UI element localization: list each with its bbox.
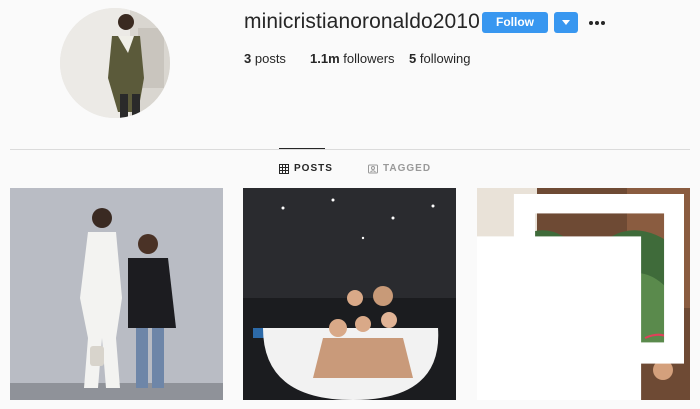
tab-posts-label: POSTS bbox=[294, 163, 333, 174]
post-thumbnail[interactable] bbox=[477, 188, 690, 400]
following-label: following bbox=[419, 51, 471, 66]
chevron-down-icon bbox=[562, 20, 570, 25]
followers-label: followers bbox=[343, 51, 395, 66]
following-count: 5 bbox=[409, 51, 417, 66]
more-dots-icon bbox=[595, 21, 599, 25]
profile-avatar[interactable] bbox=[60, 8, 170, 118]
followers-count: 1.1m bbox=[310, 51, 340, 66]
family-bathtub-photo bbox=[243, 188, 456, 400]
posts-label: posts bbox=[254, 51, 286, 66]
tabs-divider bbox=[10, 149, 690, 150]
following-stat[interactable]: 5 following bbox=[409, 51, 470, 66]
tab-posts[interactable]: POSTS bbox=[279, 163, 333, 174]
more-options-button[interactable] bbox=[588, 12, 606, 33]
post-thumbnail[interactable] bbox=[243, 188, 456, 400]
tab-tagged[interactable]: TAGGED bbox=[368, 163, 431, 174]
woman-and-boy-photo bbox=[10, 188, 223, 400]
suggested-accounts-button[interactable] bbox=[554, 12, 578, 33]
more-dots-icon bbox=[601, 21, 605, 25]
active-tab-indicator bbox=[279, 148, 325, 149]
tab-tagged-label: TAGGED bbox=[383, 163, 432, 174]
follow-button[interactable]: Follow bbox=[482, 12, 548, 33]
post-thumbnail[interactable] bbox=[10, 188, 223, 400]
multiple-images-icon bbox=[477, 194, 684, 400]
more-dots-icon bbox=[589, 21, 593, 25]
grid-icon bbox=[279, 163, 289, 174]
posts-stat: 3 posts bbox=[244, 51, 286, 66]
posts-count: 3 bbox=[244, 51, 252, 66]
tag-icon bbox=[368, 164, 378, 173]
profile-username: minicristianoronaldo2010 bbox=[244, 10, 480, 33]
followers-stat[interactable]: 1.1m followers bbox=[310, 51, 395, 66]
